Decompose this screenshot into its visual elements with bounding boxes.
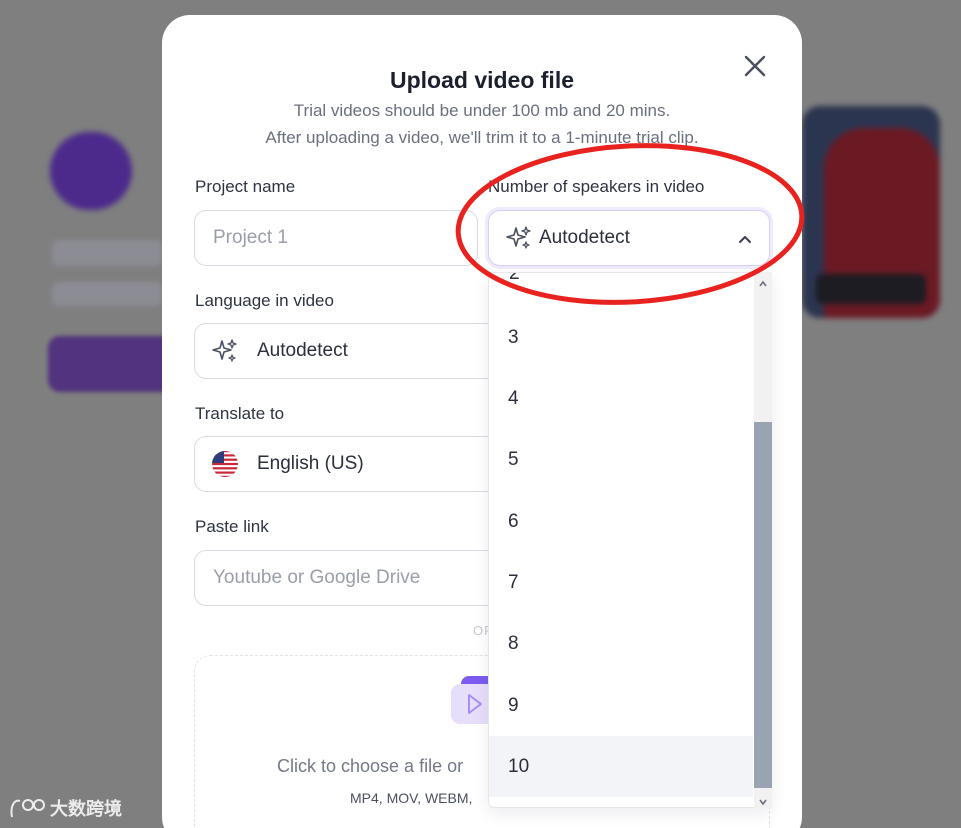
scrollbar-thumb[interactable] — [754, 422, 772, 788]
sparkles-icon — [211, 337, 239, 365]
background-video-card — [802, 106, 940, 318]
subtitle-line: Trial videos should be under 100 mb and … — [293, 101, 671, 120]
dropzone-formats: MP4, MOV, WEBM, — [350, 790, 473, 806]
watermark: 大数跨境 — [8, 795, 122, 821]
sparkles-icon — [505, 224, 533, 252]
speakers-option[interactable]: 5 — [489, 429, 753, 490]
project-name-input[interactable]: Project 1 — [194, 210, 478, 266]
background-button — [48, 336, 178, 392]
scroll-down-icon[interactable] — [758, 794, 768, 806]
us-flag-icon — [211, 450, 239, 478]
project-name-placeholder: Project 1 — [213, 227, 288, 248]
speakers-value: Autodetect — [539, 227, 630, 248]
language-value: Autodetect — [257, 340, 348, 361]
background-logo — [50, 132, 132, 210]
modal-subtitle: Trial videos should be under 100 mb and … — [162, 97, 802, 151]
chevron-up-icon — [735, 229, 755, 249]
speakers-label: Number of speakers in video — [488, 177, 705, 196]
watermark-text: 大数跨境 — [50, 799, 122, 819]
speakers-option[interactable]: 6 — [489, 491, 753, 552]
speakers-option[interactable]: 9 — [489, 675, 753, 736]
speakers-dropdown-list: 2 3 4 5 6 7 8 9 10 — [488, 272, 772, 808]
language-select[interactable]: Autodetect — [194, 323, 524, 379]
speakers-option[interactable]: 4 — [489, 368, 753, 429]
speakers-option-partial[interactable]: 2 — [509, 273, 520, 285]
modal-title: Upload video file — [389, 67, 575, 93]
translate-value: English (US) — [257, 453, 364, 474]
translate-label: Translate to — [195, 404, 285, 423]
subtitle-line: After uploading a video, we'll trim it t… — [265, 128, 699, 147]
translate-select[interactable]: English (US) — [194, 436, 524, 492]
close-icon[interactable] — [740, 51, 770, 81]
dropzone-text: Click to choose a file or — [277, 756, 464, 776]
dropdown-scrollbar[interactable] — [754, 272, 772, 808]
speakers-option[interactable]: 3 — [489, 307, 753, 368]
language-label: Language in video — [195, 291, 334, 310]
paste-link-label: Paste link — [195, 517, 269, 536]
paste-link-input[interactable]: Youtube or Google Drive — [194, 550, 524, 606]
background-text-line — [52, 282, 162, 306]
background-text-line — [52, 240, 162, 266]
speakers-option[interactable]: 7 — [489, 552, 753, 613]
paste-link-placeholder: Youtube or Google Drive — [213, 567, 421, 588]
speakers-select[interactable]: Autodetect — [488, 210, 770, 266]
scroll-up-icon[interactable] — [758, 276, 768, 287]
speakers-option[interactable]: 8 — [489, 613, 753, 674]
speakers-option-hovered[interactable]: 10 — [489, 736, 753, 797]
project-name-label: Project name — [195, 177, 296, 196]
watermark-logo-icon — [10, 799, 45, 818]
